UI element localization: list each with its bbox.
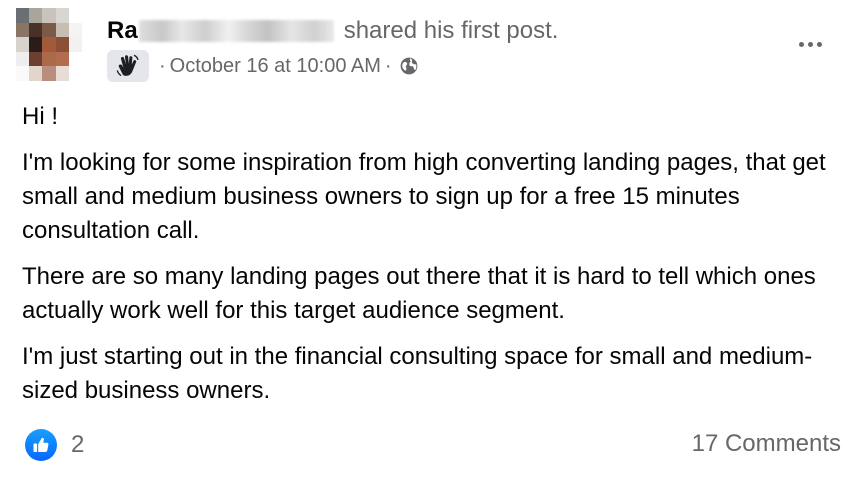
more-dots-icon [798, 41, 804, 47]
post-paragraph: I'm looking for some inspiration from hi… [22, 149, 826, 244]
meta-separator: · [384, 54, 392, 77]
reaction-summary[interactable]: 2 [25, 428, 84, 462]
like-icon[interactable] [25, 429, 57, 461]
comments-count-link[interactable]: 17 Comments [692, 430, 841, 458]
more-dots-icon [807, 41, 813, 47]
more-options-button[interactable] [790, 30, 830, 58]
redacted-name-blur [138, 20, 334, 42]
reaction-count[interactable]: 2 [71, 431, 84, 459]
feed-post: Ra shared his first post. · October 16 a… [0, 0, 863, 482]
post-timestamp[interactable]: October 16 at 10:00 AM [170, 55, 381, 78]
wave-hand-icon [116, 54, 139, 76]
more-dots-icon [816, 41, 822, 47]
author-avatar[interactable] [16, 8, 82, 81]
post-greeting: Hi ! [22, 103, 58, 130]
post-paragraph: I'm just starting out in the financial c… [22, 343, 813, 404]
post-header-line: Ra shared his first post. [107, 16, 558, 46]
globe-icon[interactable] [399, 56, 419, 76]
post-meta: · October 16 at 10:00 AM · [107, 50, 419, 82]
author-name[interactable]: Ra [107, 17, 138, 45]
post-action-text: shared his first post. [343, 17, 559, 44]
new-member-badge[interactable] [107, 50, 149, 82]
post-paragraph: There are so many landing pages out ther… [22, 263, 816, 324]
meta-separator: · [159, 54, 166, 77]
